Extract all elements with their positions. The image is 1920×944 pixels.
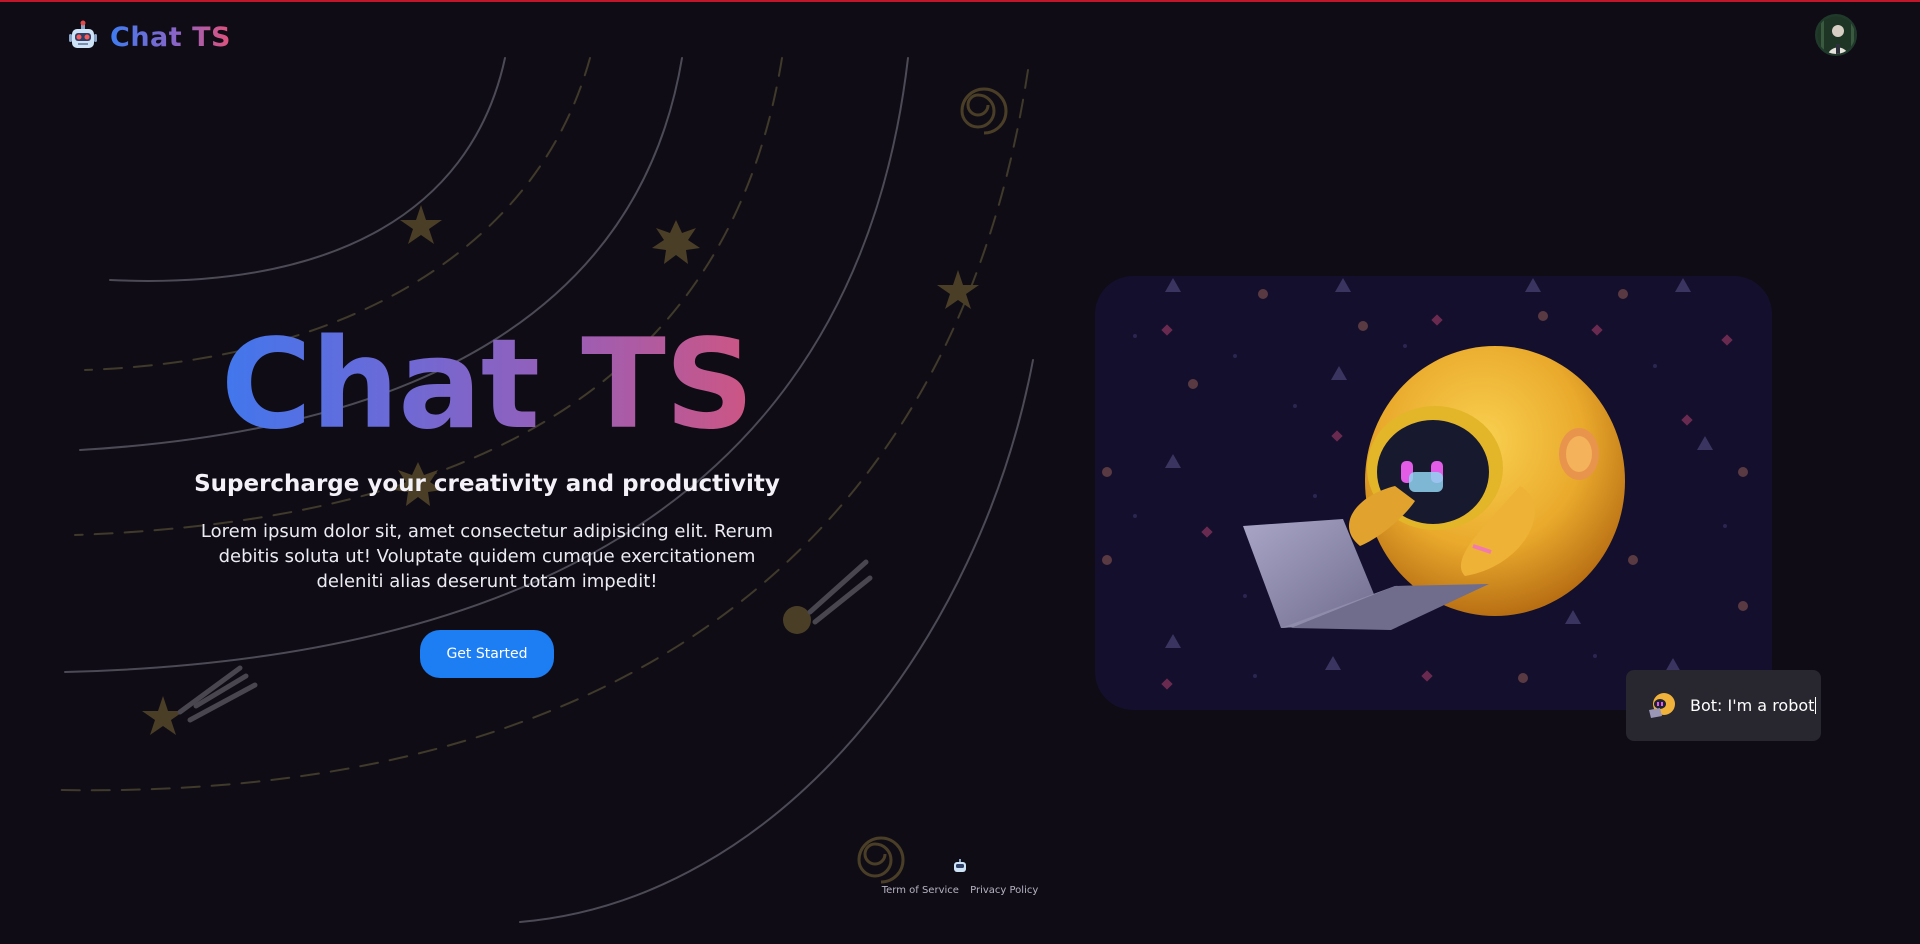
privacy-policy-link[interactable]: Privacy Policy bbox=[970, 885, 1038, 896]
robot-icon bbox=[69, 20, 97, 48]
robot-emoji-icon bbox=[1649, 692, 1675, 718]
hero-section: Chat TS Supercharge your creativity and … bbox=[150, 315, 824, 678]
get-started-button[interactable]: Get Started bbox=[420, 630, 554, 678]
site-footer: Term of Service Privacy Policy bbox=[0, 858, 1920, 896]
brand-logo-link[interactable]: Chat TS bbox=[66, 20, 231, 54]
hero-title: Chat TS bbox=[150, 315, 824, 455]
brand-name: Chat TS bbox=[110, 21, 231, 53]
site-header: Chat TS bbox=[0, 0, 1920, 76]
robot-illustration bbox=[1102, 278, 1748, 690]
chat-bubble: Bot: I'm a robot bbox=[1626, 670, 1821, 741]
footer-links: Term of Service Privacy Policy bbox=[0, 885, 1920, 896]
robot-illustration-card bbox=[1095, 276, 1772, 710]
typing-cursor bbox=[1815, 697, 1817, 714]
avatar-image bbox=[1817, 16, 1855, 54]
hero-subtitle: Supercharge your creativity and producti… bbox=[194, 471, 780, 497]
footer-robot-icon bbox=[954, 859, 966, 872]
user-avatar[interactable] bbox=[1815, 14, 1857, 56]
hero-description: Lorem ipsum dolor sit, amet consectetur … bbox=[200, 521, 774, 592]
chat-bubble-text: Bot: I'm a robot bbox=[1690, 696, 1817, 715]
terms-of-service-link[interactable]: Term of Service bbox=[882, 885, 959, 896]
